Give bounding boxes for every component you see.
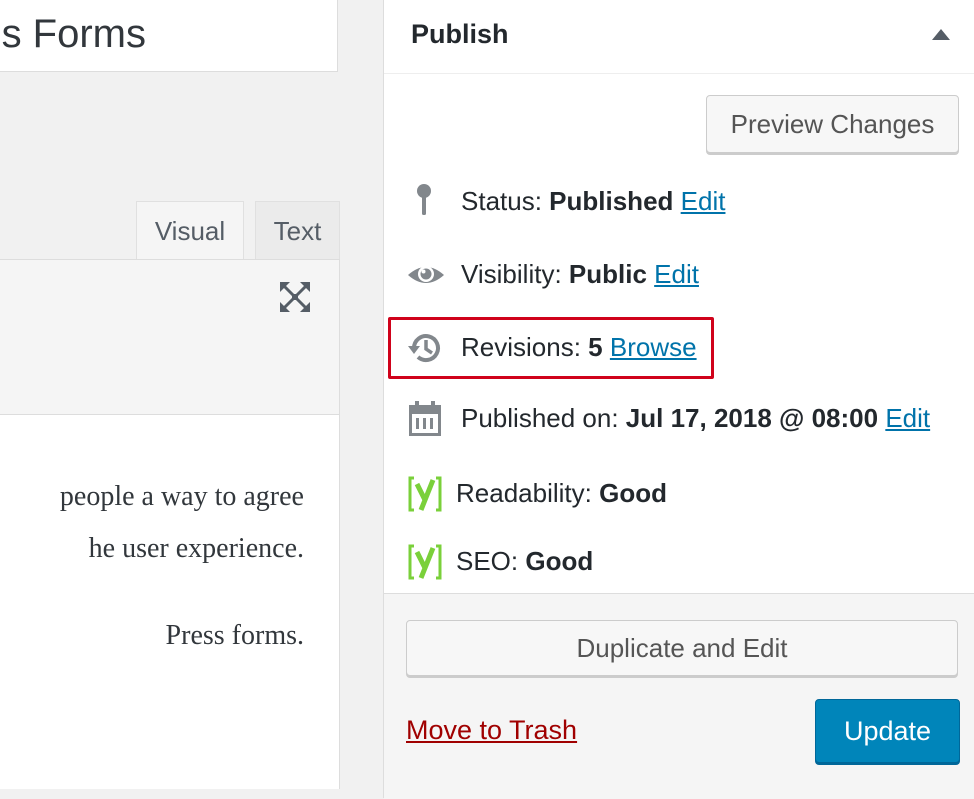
published-on-value: Jul 17, 2018 @ 08:00 (625, 403, 879, 433)
duplicate-and-edit-label: Duplicate and Edit (576, 633, 788, 663)
yoast-readability-icon (408, 476, 442, 512)
status-value: Published (549, 186, 674, 216)
tab-text[interactable]: Text (255, 201, 340, 259)
visibility-label: Visibility: (461, 259, 562, 289)
content-line: people a way to agree (59, 481, 304, 512)
tab-visual-label: Visual (154, 216, 226, 246)
fullscreen-icon[interactable] (278, 280, 312, 314)
yoast-seo-icon (408, 544, 442, 580)
published-on-label: Published on: (461, 403, 619, 433)
update-button[interactable]: Update (815, 699, 960, 763)
preview-changes-label: Preview Changes (730, 109, 935, 139)
revisions-highlight-box (388, 317, 714, 379)
editor-content[interactable]: people a way to agree he user experience… (0, 415, 338, 785)
update-label: Update (843, 716, 932, 746)
visibility-value: Public (568, 259, 647, 289)
tab-text-label: Text (273, 216, 322, 246)
collapse-arrow-icon[interactable] (932, 29, 950, 40)
published-on-edit-link[interactable]: Edit (885, 403, 930, 433)
readability-value: Good (599, 478, 667, 508)
tab-visual[interactable]: Visual (136, 201, 244, 259)
publish-box: Publish Preview Changes Status: Publishe… (383, 0, 974, 799)
content-line: he user experience. (88, 533, 304, 564)
post-title-field[interactable]: s Forms (0, 0, 338, 72)
preview-changes-button[interactable]: Preview Changes (706, 95, 959, 153)
status-edit-link[interactable]: Edit (681, 186, 726, 216)
calendar-icon (409, 401, 441, 436)
editor-toolbar (0, 260, 339, 415)
post-title-text: s Forms (1, 12, 146, 56)
eye-icon (408, 266, 444, 283)
publish-header[interactable]: Publish (384, 0, 974, 74)
readability-label: Readability: (456, 478, 592, 508)
duplicate-and-edit-button[interactable]: Duplicate and Edit (406, 620, 958, 676)
visibility-edit-link[interactable]: Edit (654, 259, 699, 289)
content-line: Press forms. (165, 620, 304, 651)
publish-title: Publish (411, 19, 509, 49)
pin-icon (417, 184, 431, 215)
move-to-trash-link[interactable]: Move to Trash (406, 715, 577, 746)
content-editor[interactable]: people a way to agree he user experience… (0, 259, 340, 789)
status-label: Status: (461, 186, 542, 216)
seo-value: Good (525, 546, 594, 576)
seo-label: SEO: (456, 546, 519, 576)
